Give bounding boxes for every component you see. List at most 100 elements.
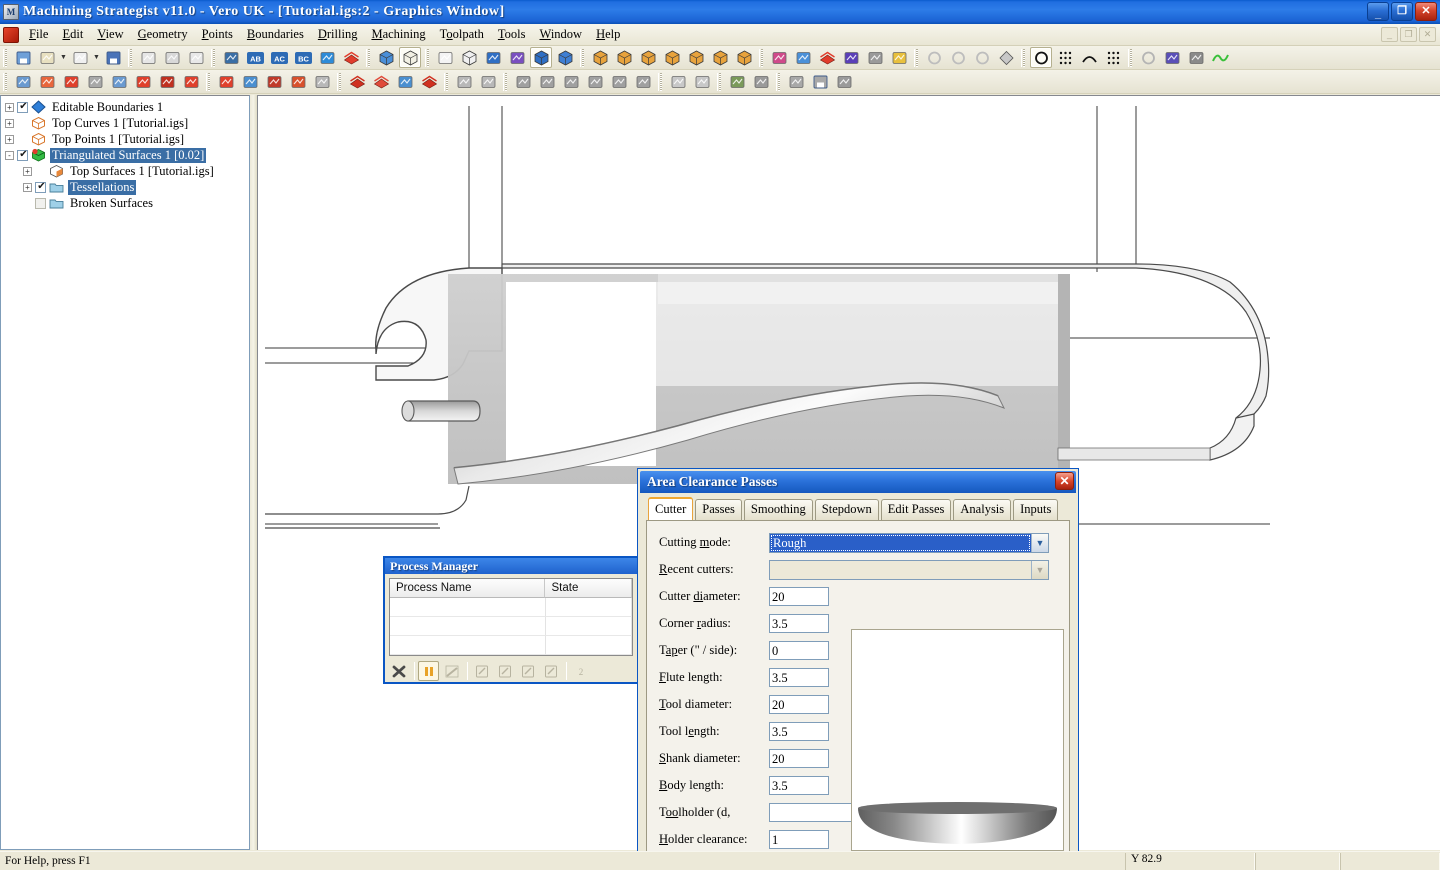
toolbar-grip[interactable]	[128, 49, 134, 67]
new-file-button[interactable]	[12, 47, 34, 68]
mdi-close-button[interactable]: ✕	[1419, 27, 1436, 42]
menu-item-geometry[interactable]: Geometry	[131, 25, 195, 44]
drill-op5-button[interactable]	[608, 71, 630, 92]
add-plane-button[interactable]	[316, 47, 338, 68]
tab-cutter[interactable]: Cutter	[648, 497, 693, 520]
menu-item-help[interactable]: Help	[589, 25, 627, 44]
expand-icon[interactable]: +	[5, 119, 14, 128]
print-button[interactable]	[161, 47, 183, 68]
material-button[interactable]	[768, 47, 790, 68]
copy-button[interactable]	[137, 47, 159, 68]
tree-item[interactable]: -Triangulated Surfaces 1 [0.02]	[1, 147, 249, 163]
cutting-mode-combo[interactable]: Rough ▼	[769, 533, 1049, 553]
bc-axis-button[interactable]: BC	[292, 47, 314, 68]
tab-edit-passes[interactable]: Edit Passes	[881, 499, 952, 520]
toolbar-grip[interactable]	[3, 73, 9, 91]
constant-z-button[interactable]	[60, 71, 82, 92]
tree-checkbox[interactable]	[17, 150, 28, 161]
verify-button[interactable]	[726, 71, 748, 92]
drill-op4-button[interactable]	[584, 71, 606, 92]
run-button[interactable]	[69, 47, 91, 68]
report-button[interactable]	[785, 71, 807, 92]
toolbar-grip[interactable]	[658, 73, 664, 91]
grid-points-button[interactable]	[1102, 47, 1124, 68]
toolbar-grip[interactable]	[337, 73, 343, 91]
toolbar-grip[interactable]	[444, 73, 450, 91]
save-button[interactable]	[102, 47, 124, 68]
chevron-down-icon[interactable]: ▼	[1031, 534, 1048, 552]
tool-diameter-input[interactable]: 20	[769, 695, 829, 714]
tree-item[interactable]: +Editable Boundaries 1	[1, 99, 249, 115]
two-circle-button[interactable]	[947, 47, 969, 68]
tree-item[interactable]: +Top Curves 1 [Tutorial.igs]	[1, 115, 249, 131]
view-left-button[interactable]	[685, 47, 707, 68]
toolbar-grip[interactable]	[717, 73, 723, 91]
surface-patch-button[interactable]	[667, 71, 689, 92]
circle-outline-button[interactable]	[923, 47, 945, 68]
drill-op1-button[interactable]	[512, 71, 534, 92]
mill-button[interactable]	[864, 47, 886, 68]
tree-checkbox[interactable]	[17, 102, 28, 113]
ab-axis-button[interactable]: AB	[244, 47, 266, 68]
toolbar-grip[interactable]	[3, 49, 9, 67]
fit-view-button[interactable]	[375, 47, 397, 68]
cutter-diameter-input[interactable]: 20	[769, 587, 829, 606]
toolbar-grip[interactable]	[914, 49, 920, 67]
toolbar-grip[interactable]	[776, 73, 782, 91]
tool-length-input[interactable]: 3.5	[769, 722, 829, 741]
swarf-button[interactable]	[287, 71, 309, 92]
nc-output-button[interactable]	[833, 71, 855, 92]
chevron-down-icon[interactable]: ▼	[92, 47, 101, 68]
mdi-minimize-button[interactable]: _	[1381, 27, 1398, 42]
pocket-button[interactable]	[370, 71, 392, 92]
radial-button[interactable]	[132, 71, 154, 92]
menu-item-points[interactable]: Points	[195, 25, 240, 44]
column-header-state[interactable]: State	[545, 579, 632, 598]
toolbar-grip[interactable]	[580, 49, 586, 67]
solid-blue-button[interactable]	[482, 47, 504, 68]
diamond-button[interactable]	[995, 47, 1017, 68]
bore-button[interactable]	[394, 71, 416, 92]
maximize-button[interactable]: ❐	[1391, 2, 1413, 21]
view-back-button[interactable]	[709, 47, 731, 68]
document-button[interactable]	[809, 71, 831, 92]
points-button[interactable]	[1054, 47, 1076, 68]
dialog-close-button[interactable]: ✕	[1055, 472, 1074, 490]
table-row[interactable]	[390, 617, 632, 636]
solid-purple-button[interactable]	[506, 47, 528, 68]
shank-diameter-input[interactable]: 20	[769, 749, 829, 768]
parallel-pass-button[interactable]	[215, 71, 237, 92]
area-clearance-passes-dialog[interactable]: Area Clearance Passes ✕ CutterPassesSmoo…	[637, 468, 1079, 870]
tree-checkbox[interactable]	[35, 182, 46, 193]
panel-splitter[interactable]	[250, 95, 257, 850]
tree-item[interactable]: +Top Points 1 [Tutorial.igs]	[1, 131, 249, 147]
simulate-button[interactable]	[750, 71, 772, 92]
process-manager-window[interactable]: Process Manager Process Name State 2	[383, 556, 639, 684]
rest-rough-button[interactable]	[36, 71, 58, 92]
body-length-input[interactable]: 3.5	[769, 776, 829, 795]
chevron-down-icon[interactable]: ▼	[1031, 561, 1048, 579]
corner-button[interactable]	[1185, 47, 1207, 68]
corner-finish-button[interactable]	[84, 71, 106, 92]
pencil-mill-button[interactable]	[108, 71, 130, 92]
menu-item-file[interactable]: File	[22, 25, 55, 44]
shaded-box-button[interactable]	[458, 47, 480, 68]
expand-icon[interactable]: +	[23, 167, 32, 176]
minimize-button[interactable]: _	[1367, 2, 1389, 21]
toolbar-grip[interactable]	[759, 49, 765, 67]
area-clearance-button[interactable]	[12, 71, 34, 92]
process-manager-grid[interactable]: Process Name State	[389, 578, 633, 656]
surface-blue-button[interactable]	[1161, 47, 1183, 68]
circle-cut-button[interactable]	[971, 47, 993, 68]
tab-passes[interactable]: Passes	[695, 499, 742, 520]
menu-item-machining[interactable]: Machining	[364, 25, 432, 44]
toolbar-grip[interactable]	[1128, 49, 1134, 67]
spiral-pass-button[interactable]	[263, 71, 285, 92]
wireframe-button[interactable]	[434, 47, 456, 68]
view-bottom-button[interactable]	[733, 47, 755, 68]
toolbar-grip[interactable]	[206, 73, 212, 91]
arc-button[interactable]	[1078, 47, 1100, 68]
tool-shape-button[interactable]	[477, 71, 499, 92]
star-pass-button[interactable]	[239, 71, 261, 92]
tab-stepdown[interactable]: Stepdown	[815, 499, 879, 520]
